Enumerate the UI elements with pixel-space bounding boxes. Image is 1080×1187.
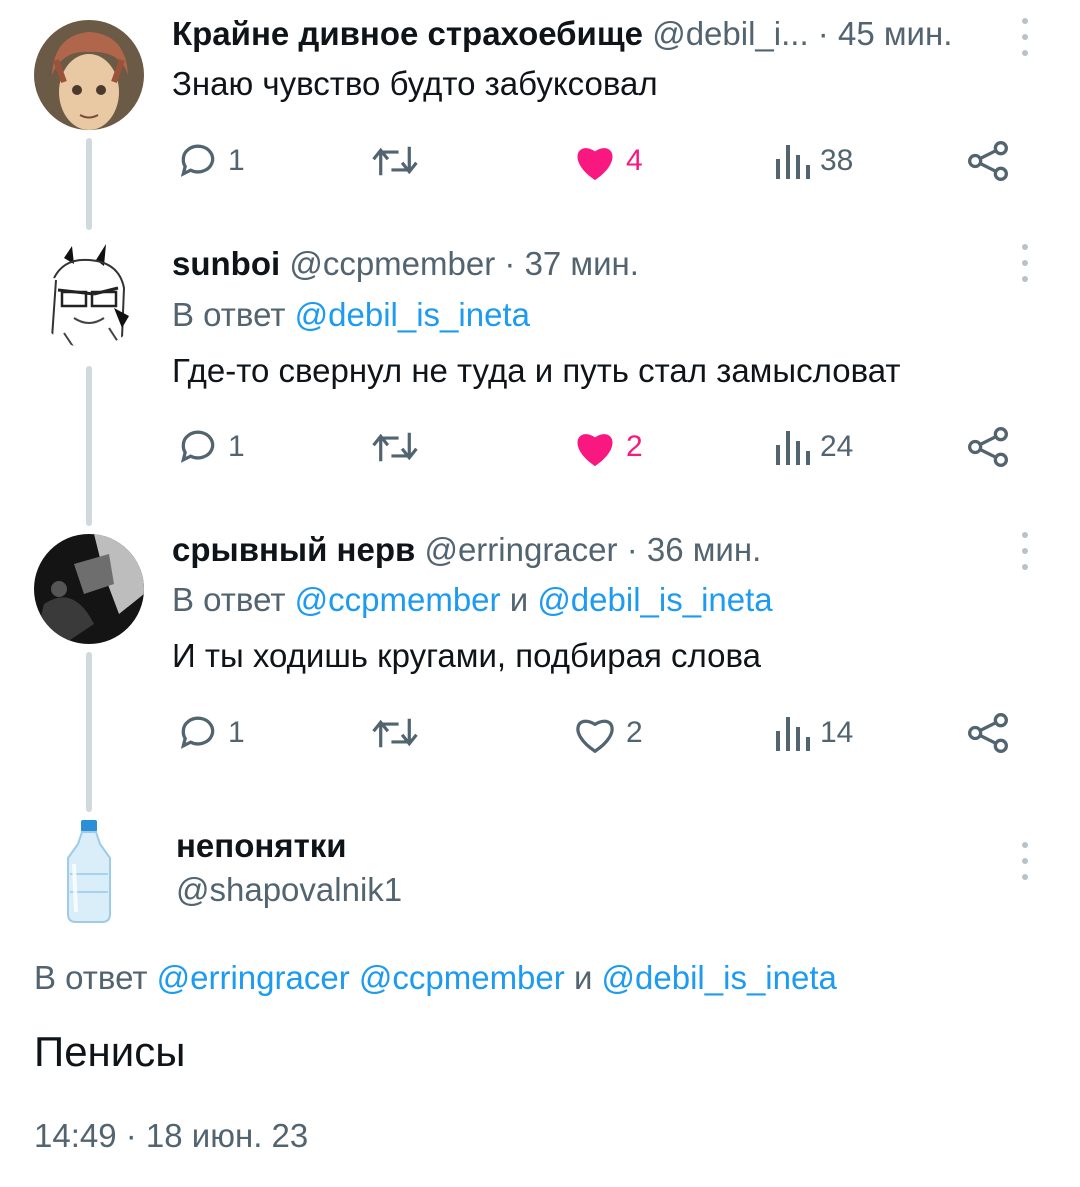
- reply-link[interactable]: @ccpmember: [359, 959, 565, 996]
- tweet-text: Пенисы: [34, 1028, 186, 1075]
- views-count: 24: [820, 430, 854, 463]
- views-button[interactable]: 38: [772, 136, 853, 186]
- author-handle[interactable]: @debil_i...: [652, 15, 808, 52]
- reply-prefix: В ответ: [34, 959, 148, 996]
- reply-prefix: В ответ: [172, 581, 286, 618]
- views-icon: [776, 717, 810, 751]
- reply-count: 1: [228, 430, 245, 463]
- avatar[interactable]: [34, 238, 144, 348]
- share-icon: [968, 141, 1008, 181]
- author-handle[interactable]: @ccpmember: [289, 245, 495, 282]
- avatar[interactable]: [34, 814, 144, 924]
- reply-link[interactable]: @ccpmember: [295, 581, 501, 618]
- separator: ·: [626, 531, 638, 568]
- tweet-text: Знаю чувство будто забуксовал: [172, 65, 658, 102]
- like-button[interactable]: 2: [572, 708, 643, 758]
- reply-to-line: В ответ @erringracer @ccpmember и @debil…: [34, 958, 837, 998]
- retweet-button[interactable]: [370, 422, 420, 472]
- like-button[interactable]: 2: [572, 422, 643, 472]
- reply-link[interactable]: @debil_is_ineta: [602, 959, 837, 996]
- retweet-button[interactable]: [370, 136, 420, 186]
- like-count: 4: [626, 144, 643, 177]
- reply-button[interactable]: 1: [176, 422, 245, 472]
- retweet-icon: [372, 432, 418, 462]
- thread-line: [86, 652, 92, 812]
- reply-joiner: и: [573, 959, 593, 996]
- views-count: 14: [820, 716, 854, 749]
- reply-icon: [180, 430, 215, 463]
- more-icon[interactable]: [1010, 12, 1040, 62]
- reply-to-line: В ответ @ccpmember и @debil_is_ineta: [172, 580, 773, 620]
- author-handle[interactable]: @erringracer: [424, 531, 617, 568]
- reply-count: 1: [228, 144, 245, 177]
- share-button[interactable]: [966, 708, 1010, 758]
- views-icon: [776, 431, 810, 465]
- author-name[interactable]: срывный нерв: [172, 531, 415, 568]
- reply-link[interactable]: @debil_is_ineta: [295, 296, 530, 333]
- like-icon: [576, 719, 614, 754]
- avatar[interactable]: [34, 534, 144, 644]
- reply-button[interactable]: 1: [176, 708, 245, 758]
- reply-link[interactable]: @erringracer: [157, 959, 350, 996]
- like-icon: [577, 434, 613, 467]
- tweet-timestamp[interactable]: 14:49 · 18 июн. 23: [34, 1116, 308, 1156]
- separator: ·: [504, 245, 516, 282]
- author-name[interactable]: непонятки: [176, 826, 347, 866]
- author-name[interactable]: sunboi: [172, 245, 280, 282]
- author-name[interactable]: Крайне дивное страхоебище: [172, 15, 643, 52]
- thread-line: [86, 366, 92, 526]
- views-count: 38: [820, 144, 854, 177]
- reply-joiner: и: [509, 581, 529, 618]
- tweet-time[interactable]: 45 мин.: [838, 15, 952, 52]
- separator: ·: [817, 15, 829, 52]
- more-icon[interactable]: [1010, 836, 1040, 886]
- like-count: 2: [626, 430, 643, 463]
- reply-link[interactable]: @debil_is_ineta: [537, 581, 772, 618]
- like-button[interactable]: 4: [572, 136, 643, 186]
- reply-icon: [180, 716, 215, 749]
- reply-count: 1: [228, 716, 245, 749]
- retweet-icon: [372, 146, 418, 176]
- more-icon[interactable]: [1010, 238, 1040, 288]
- share-icon: [968, 427, 1008, 467]
- views-button[interactable]: 14: [772, 708, 853, 758]
- tweet-time[interactable]: 36 мин.: [647, 531, 761, 568]
- retweet-button[interactable]: [370, 708, 420, 758]
- thread-line: [86, 138, 92, 230]
- avatar[interactable]: [34, 20, 144, 130]
- reply-to-line: В ответ @debil_is_ineta: [172, 295, 530, 335]
- views-button[interactable]: 24: [772, 422, 853, 472]
- share-icon: [968, 713, 1008, 753]
- tweet-time[interactable]: 37 мин.: [525, 245, 639, 282]
- reply-button[interactable]: 1: [176, 136, 245, 186]
- reply-icon: [180, 144, 215, 177]
- share-button[interactable]: [966, 422, 1010, 472]
- views-icon: [776, 145, 810, 179]
- like-count: 2: [626, 716, 643, 749]
- tweet-text: И ты ходишь кругами, подбирая слова: [172, 637, 762, 674]
- tweet-text: Где-то свернул не туда и путь стал замыс…: [172, 352, 901, 389]
- share-button[interactable]: [966, 136, 1010, 186]
- reply-prefix: В ответ: [172, 296, 286, 333]
- like-icon: [577, 148, 613, 181]
- author-handle[interactable]: @shapovalnik1: [176, 870, 402, 910]
- more-icon[interactable]: [1010, 526, 1040, 576]
- retweet-icon: [372, 718, 418, 748]
